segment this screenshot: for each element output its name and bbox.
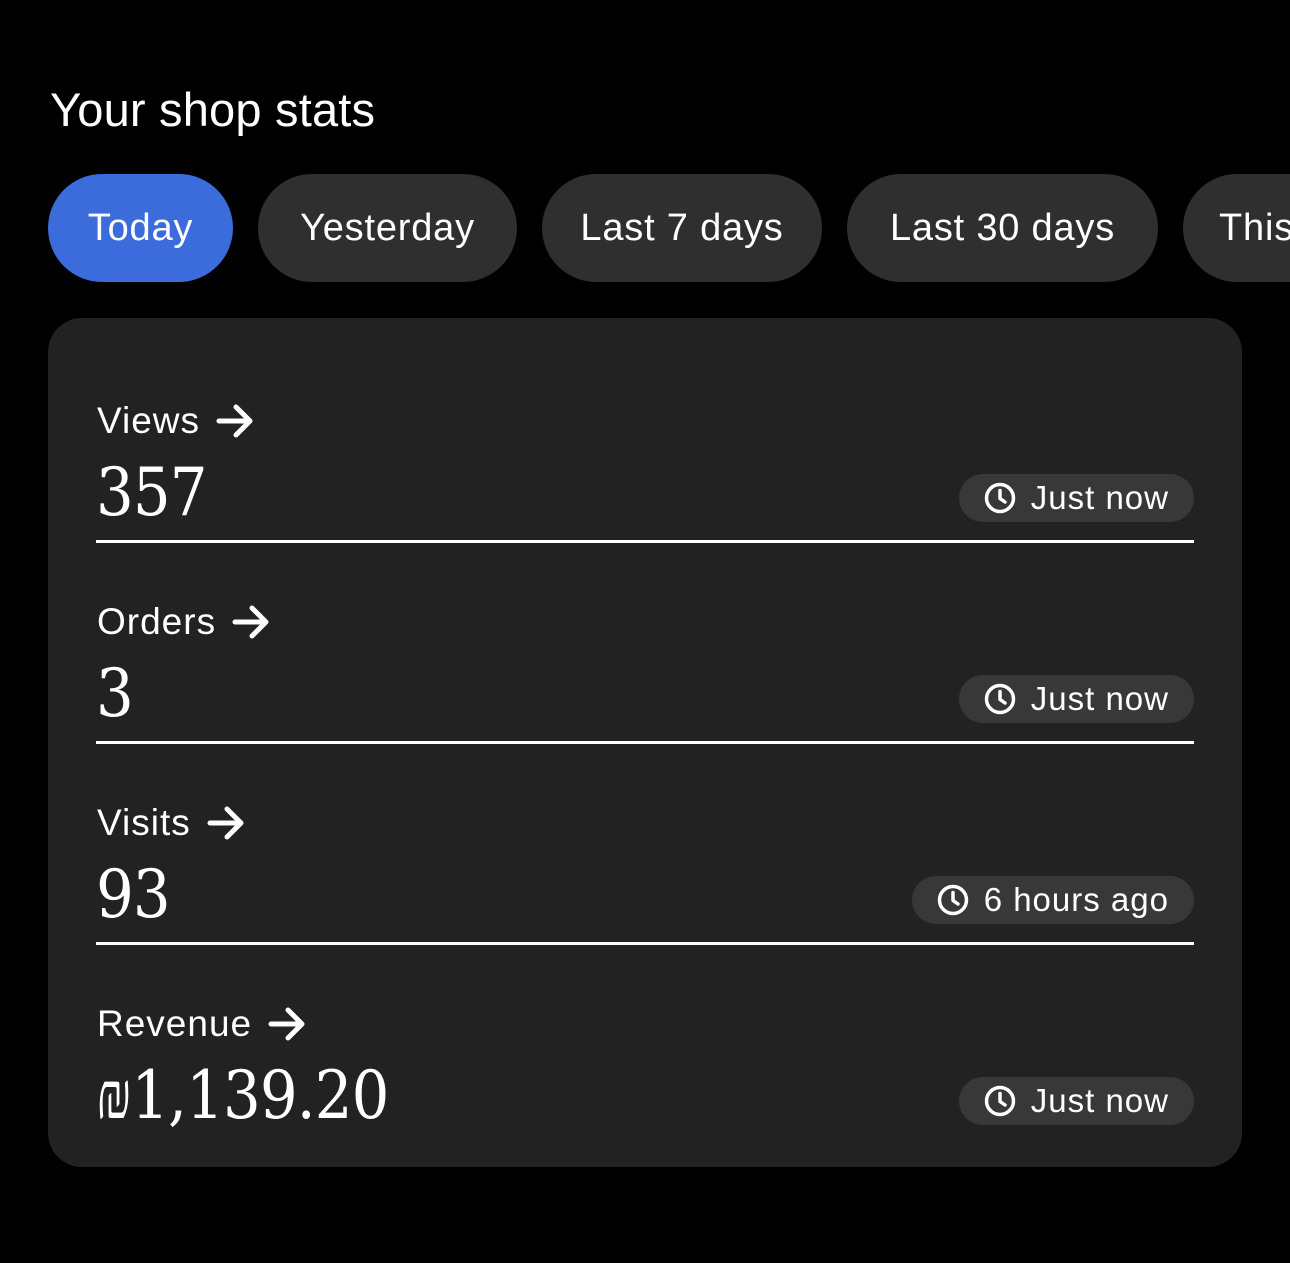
stat-revenue-value: ₪1,139.20 (96, 1057, 389, 1134)
clock-icon (984, 482, 1016, 514)
date-range-filter: Today Yesterday Last 7 days Last 30 days… (48, 174, 1290, 282)
stat-visits: Visits 93 6 hours ago (96, 741, 1194, 942)
stat-visits-link[interactable]: Visits (97, 801, 247, 845)
arrow-right-icon (268, 1007, 305, 1041)
stat-revenue-link[interactable]: Revenue (97, 1002, 308, 1046)
filter-chip-last-7-days[interactable]: Last 7 days (542, 174, 822, 282)
stat-views-updated-badge: Just now (958, 474, 1194, 522)
stat-orders-label: Orders (97, 601, 217, 642)
stat-views: Views 357 Just now (96, 339, 1194, 540)
stat-revenue-label: Revenue (97, 1003, 253, 1044)
arrow-right-icon (207, 806, 244, 840)
filter-chip-today[interactable]: Today (48, 174, 233, 282)
stat-visits-updated-text: 6 hours ago (983, 881, 1169, 918)
stat-visits-label: Visits (97, 802, 191, 843)
filter-chip-this[interactable]: This (1183, 174, 1290, 282)
stat-views-updated-text: Just now (1030, 479, 1169, 516)
filter-chip-last-30-days[interactable]: Last 30 days (847, 174, 1158, 282)
stat-views-label: Views (97, 400, 201, 441)
arrow-right-icon (216, 404, 253, 438)
filter-chip-yesterday[interactable]: Yesterday (258, 174, 517, 282)
stats-card: Views 357 Just now Orders 3 Just now Vis… (48, 318, 1242, 1167)
stat-orders-value: 3 (96, 655, 134, 732)
stat-views-value: 357 (96, 454, 208, 531)
clock-icon (984, 1085, 1016, 1117)
stat-revenue-updated-text: Just now (1030, 1082, 1169, 1119)
stat-views-link[interactable]: Views (97, 399, 256, 443)
clock-icon (937, 884, 968, 916)
stat-revenue: Revenue ₪1,139.20 Just now (96, 942, 1194, 1143)
clock-icon (984, 683, 1016, 715)
stat-revenue-updated-badge: Just now (958, 1077, 1194, 1125)
page-title: Your shop stats (50, 83, 376, 136)
stat-orders-updated-badge: Just now (958, 675, 1194, 723)
stat-orders-link[interactable]: Orders (97, 600, 272, 644)
stat-orders-updated-text: Just now (1030, 680, 1169, 717)
arrow-right-icon (232, 605, 269, 639)
stat-visits-value: 93 (96, 856, 171, 933)
stat-visits-updated-badge: 6 hours ago (911, 876, 1194, 924)
stat-orders: Orders 3 Just now (96, 540, 1194, 741)
